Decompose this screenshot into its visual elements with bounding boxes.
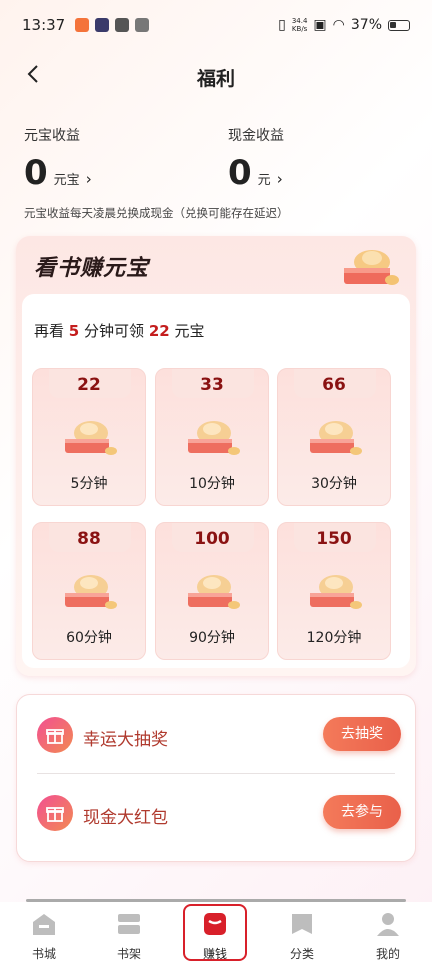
app-notification-icon (115, 18, 130, 32)
tab-bookshelf[interactable]: 书架 (99, 910, 159, 962)
tab-label: 我的 (375, 947, 400, 961)
chevron-right-icon: › (276, 170, 283, 188)
reward-amount: 100 (194, 529, 230, 549)
tab-label: 书架 (116, 947, 141, 961)
wifi-icon: ◠ (332, 17, 345, 33)
app-notification-icon (75, 18, 90, 32)
card-title: 看书赚元宝 (34, 256, 150, 281)
reward-duration: 90分钟 (189, 630, 235, 646)
cash-red-packet-label: 现金大红包 (83, 808, 168, 828)
cash-red-packet-row[interactable]: 现金大红包 去参与 (37, 795, 401, 835)
ingot-earnings[interactable]: 元宝收益 0 元宝 › (24, 125, 92, 193)
active-tab-highlight (183, 904, 247, 961)
tab-profile[interactable]: 我的 (358, 910, 418, 962)
cash-earnings[interactable]: 现金收益 0 元 › (228, 125, 284, 193)
activities-card: 幸运大抽奖 去抽奖 现金大红包 去参与 (16, 694, 416, 862)
ingot-icon (310, 575, 362, 609)
tab-category[interactable]: 分类 (272, 910, 332, 962)
cash-earnings-value: 0 (228, 153, 252, 193)
reward-tile[interactable]: 100 90分钟 (155, 522, 269, 660)
sim-icon: ▣ (313, 17, 327, 33)
ingot-earnings-value: 0 (24, 153, 48, 193)
reading-reward-card: 看书赚元宝 再看 5 分钟可领 22 元宝 22 5分钟 33 10分钟 66 … (16, 236, 416, 676)
exchange-note: 元宝收益每天凌晨兑换成现金（兑换可能存在延迟） (24, 206, 289, 220)
card-content: 再看 5 分钟可领 22 元宝 22 5分钟 33 10分钟 66 30分钟 8… (22, 294, 410, 668)
reward-amount: 150 (316, 529, 352, 549)
battery-icon (388, 19, 410, 31)
ingot-earnings-unit: 元宝 (53, 173, 80, 188)
bookstore-icon (33, 914, 55, 935)
lucky-draw-row[interactable]: 幸运大抽奖 去抽奖 (37, 717, 401, 757)
lucky-draw-label: 幸运大抽奖 (83, 730, 168, 750)
reward-duration: 30分钟 (311, 476, 357, 492)
tab-bookstore[interactable]: 书城 (14, 910, 74, 962)
reward-duration: 10分钟 (189, 476, 235, 492)
reward-duration: 5分钟 (70, 476, 108, 492)
ingot-treasure-icon (344, 250, 399, 285)
status-bar: 13:37 ▯ 34.4 KB/s ▣ ◠ 37% (0, 0, 432, 50)
profile-icon (377, 913, 399, 936)
reward-duration: 120分钟 (306, 630, 362, 646)
tab-label: 书城 (31, 947, 56, 961)
top-bar: 福利 (0, 56, 432, 96)
app-notification-icon (135, 18, 150, 32)
ingot-icon (188, 575, 240, 609)
divider (37, 773, 395, 774)
chevron-right-icon: › (85, 170, 92, 188)
reward-tile[interactable]: 66 30分钟 (277, 368, 391, 506)
reward-tile[interactable]: 33 10分钟 (155, 368, 269, 506)
battery-percent: 37% (350, 17, 382, 33)
network-speed: 34.4 KB/s (291, 17, 308, 33)
reward-tile[interactable]: 150 120分钟 (277, 522, 391, 660)
cash-earnings-label: 现金收益 (228, 128, 284, 144)
ingot-icon (310, 421, 362, 455)
join-button[interactable]: 去参与 (323, 795, 401, 829)
gift-icon (37, 795, 73, 831)
ingot-earnings-label: 元宝收益 (24, 128, 80, 144)
cash-earnings-unit: 元 (257, 173, 271, 188)
page-title: 福利 (196, 68, 235, 90)
reward-tile[interactable]: 88 60分钟 (32, 522, 146, 660)
app-notification-icon (95, 18, 110, 32)
reward-amount: 22 (77, 375, 101, 395)
reward-amount: 88 (77, 529, 101, 549)
reading-hint: 再看 5 分钟可领 22 元宝 (34, 322, 205, 340)
vibrate-icon: ▯ (278, 17, 286, 33)
status-time: 13:37 (22, 16, 66, 34)
ingot-icon (65, 575, 117, 609)
reward-amount: 66 (322, 375, 346, 395)
reward-duration: 60分钟 (66, 630, 112, 646)
reward-amount: 33 (200, 375, 224, 395)
reward-tile[interactable]: 22 5分钟 (32, 368, 146, 506)
lucky-draw-button[interactable]: 去抽奖 (323, 717, 401, 751)
ingot-icon (188, 421, 240, 455)
category-icon (292, 914, 312, 934)
gift-icon (37, 717, 73, 753)
bookshelf-icon (118, 914, 140, 934)
ingot-icon (65, 421, 117, 455)
tab-label: 分类 (289, 947, 314, 961)
